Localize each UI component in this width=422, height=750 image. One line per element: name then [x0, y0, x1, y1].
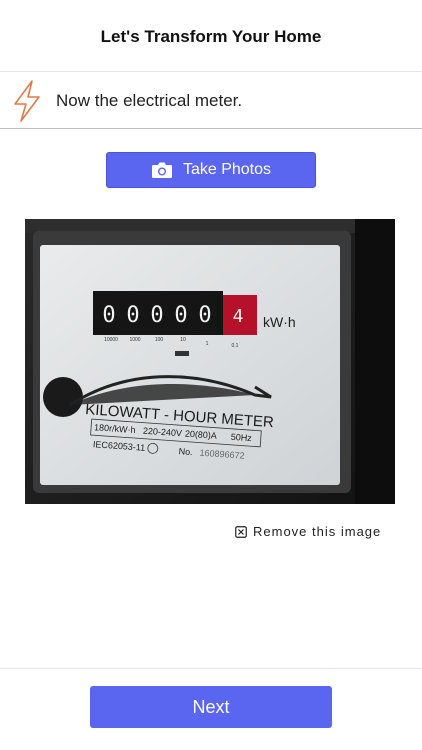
scale-label: 10000: [104, 337, 118, 343]
meter-digit: 0: [174, 303, 187, 328]
page-title: Let's Transform Your Home: [100, 26, 322, 46]
scale-label: 100: [155, 337, 164, 343]
meter-digit: 0: [198, 303, 211, 328]
scale-label: 1000: [129, 337, 140, 343]
next-label: Next: [192, 696, 230, 717]
header: Let's Transform Your Home: [0, 0, 422, 72]
spec-cell: 50Hz: [230, 432, 252, 443]
step-instruction: Now the electrical meter.: [56, 90, 243, 110]
take-photos-label: Take Photos: [182, 161, 272, 178]
scale-label: 0.1: [232, 343, 239, 349]
camera-icon: [151, 162, 172, 178]
meter-digit: 0: [150, 303, 163, 328]
meter-digit: 0: [126, 303, 139, 328]
meter-unit: kW·h: [263, 314, 296, 330]
remove-image-button[interactable]: Remove this image: [235, 524, 381, 539]
step-row: Now the electrical meter.: [0, 73, 422, 129]
meter-photo-image: 0 0 0 0 0 4 kW·h 10000 1000 100 10 1 0.1…: [25, 219, 395, 504]
scale-label: 10: [180, 337, 186, 343]
remove-image-icon: [235, 525, 247, 538]
meter-photo: 0 0 0 0 0 4 kW·h 10000 1000 100 10 1 0.1…: [25, 219, 395, 504]
take-photos-button[interactable]: Take Photos: [106, 152, 316, 188]
next-button[interactable]: Next: [90, 686, 332, 728]
serial-label: No.: [178, 446, 193, 457]
remove-image-label: Remove this image: [253, 524, 382, 539]
scale-label: 1: [206, 341, 209, 347]
meter-digit-red: 4: [233, 306, 244, 327]
meter-digit: 0: [102, 303, 115, 328]
lightning-bolt-icon: [14, 79, 40, 122]
